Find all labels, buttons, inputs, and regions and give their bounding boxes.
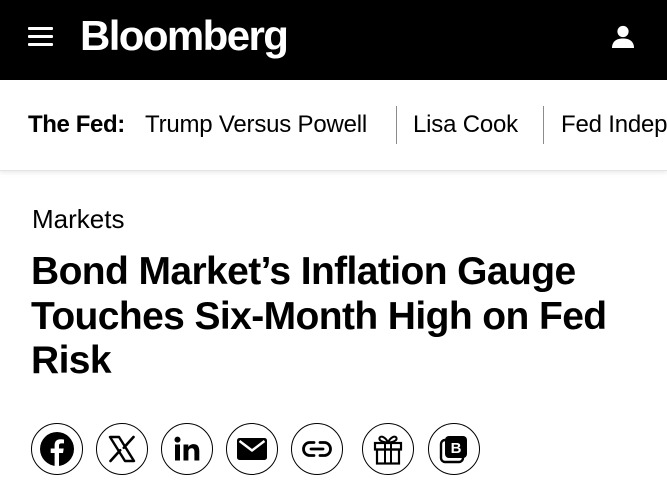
linkedin-icon	[174, 436, 200, 461]
topic-divider	[543, 106, 544, 144]
bloomberg-b-icon: B	[439, 436, 467, 464]
article-headline: Bond Market’s Inflation Gauge Touches Si…	[31, 250, 607, 382]
gift-article-button[interactable]	[362, 423, 414, 475]
topic-link-fed-independence[interactable]: Fed Indep	[561, 111, 667, 139]
bloomberg-logo[interactable]: Bloomberg	[80, 10, 289, 62]
topic-divider	[396, 106, 397, 144]
hamburger-menu-icon[interactable]	[28, 26, 54, 46]
user-icon[interactable]	[608, 22, 638, 52]
x-icon	[108, 435, 136, 463]
copy-link-button[interactable]	[291, 423, 343, 475]
topic-nav-bar: The Fed: Trump Versus Powell Lisa Cook F…	[0, 80, 667, 171]
facebook-icon	[40, 432, 74, 466]
facebook-share-button[interactable]	[31, 423, 83, 475]
gift-icon	[373, 435, 403, 465]
link-icon	[302, 441, 332, 457]
topic-link-trump-versus-powell[interactable]: Trump Versus Powell	[145, 111, 367, 139]
site-header: Bloomberg	[0, 0, 667, 80]
email-share-button[interactable]	[226, 423, 278, 475]
bloomberg-b-label: B	[451, 440, 462, 457]
mail-icon	[237, 438, 267, 460]
bloomberg-share-button[interactable]: B	[428, 423, 480, 475]
section-label[interactable]: Markets	[32, 204, 124, 235]
topic-link-lisa-cook[interactable]: Lisa Cook	[413, 111, 518, 139]
x-share-button[interactable]	[96, 423, 148, 475]
linkedin-share-button[interactable]	[161, 423, 213, 475]
topic-label: The Fed:	[28, 111, 125, 138]
